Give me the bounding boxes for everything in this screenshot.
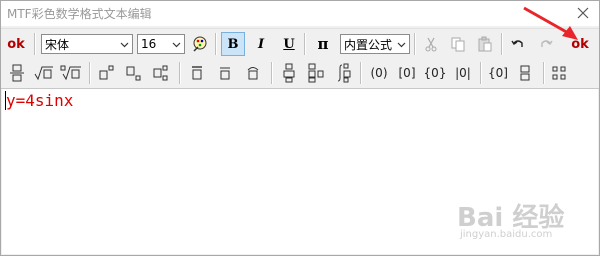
chevron-down-icon: [397, 42, 406, 48]
editor-window: MTF彩色数学格式文本编辑 ok 宋体 16 B I U π 内置公式 ok (…: [0, 0, 600, 256]
separator: [414, 33, 416, 55]
separator: [501, 33, 503, 55]
editor-content[interactable]: y=4sinx: [6, 91, 73, 110]
sqrt-button[interactable]: [32, 61, 56, 85]
separator: [543, 62, 545, 84]
overarc-button[interactable]: [241, 61, 265, 85]
overline-button[interactable]: [213, 61, 237, 85]
underset-button[interactable]: [277, 61, 301, 85]
bold-button[interactable]: B: [221, 32, 245, 56]
title-bar: MTF彩色数学格式文本编辑: [1, 1, 599, 26]
limit-icon: [308, 63, 324, 83]
subscript-icon: [126, 66, 141, 81]
integral-icon: [337, 63, 351, 83]
editor-area[interactable]: y=4sinx Bai 经验 jingyan.baidu.com: [2, 89, 598, 254]
cut-icon: [425, 37, 437, 52]
italic-button[interactable]: I: [249, 32, 273, 56]
paste-button[interactable]: [473, 32, 497, 56]
font-size-value: 16: [141, 37, 157, 51]
copy-button[interactable]: [446, 32, 470, 56]
formula-style-select[interactable]: 内置公式: [340, 34, 410, 54]
separator: [271, 62, 273, 84]
paste-icon: [478, 36, 492, 52]
separator: [179, 62, 181, 84]
font-name-select[interactable]: 宋体: [41, 34, 133, 54]
font-size-select[interactable]: 16: [137, 34, 185, 54]
superscript-icon: [99, 65, 114, 80]
pi-button[interactable]: π: [311, 32, 335, 56]
separator: [360, 62, 362, 84]
formula-style-value: 内置公式: [344, 37, 393, 52]
brace-bracket-button[interactable]: {0]: [485, 61, 511, 85]
limit-button[interactable]: [304, 61, 328, 85]
font-name-value: 宋体: [45, 37, 70, 52]
separator: [304, 33, 306, 55]
separator: [215, 33, 217, 55]
ok-button-left[interactable]: ok: [4, 32, 28, 56]
integral-button[interactable]: [331, 61, 355, 85]
subscript-button[interactable]: [122, 61, 146, 85]
abs-button[interactable]: |0|: [450, 61, 476, 85]
chevron-down-icon: [172, 42, 181, 48]
chevron-down-icon: [120, 42, 129, 48]
paren-button[interactable]: (0): [366, 61, 392, 85]
font-color-button[interactable]: [188, 32, 212, 56]
font-color-icon: [193, 36, 207, 52]
separator: [480, 62, 482, 84]
overline-icon: [220, 67, 230, 80]
sqrt-icon: [34, 66, 53, 81]
overbar-icon: [192, 66, 202, 80]
separator: [89, 62, 91, 84]
superscript-button[interactable]: [95, 61, 119, 85]
stack-icon: [520, 65, 530, 81]
nth-root-icon: [60, 65, 81, 81]
matrix-button[interactable]: [547, 61, 571, 85]
toolbar-structures: (0) [0] {0} |0| {0]: [1, 58, 599, 89]
nth-root-button[interactable]: [59, 61, 83, 85]
overbar-button[interactable]: [185, 61, 209, 85]
fraction-button[interactable]: [5, 61, 29, 85]
sup-sub-button[interactable]: [149, 61, 173, 85]
bracket-button[interactable]: [0]: [394, 61, 420, 85]
toolbar-main: ok 宋体 16 B I U π 内置公式 ok: [1, 28, 599, 59]
underset-icon: [283, 63, 295, 83]
fraction-icon: [10, 64, 24, 82]
cut-button[interactable]: [419, 32, 443, 56]
underline-button[interactable]: U: [277, 32, 301, 56]
overarc-icon: [247, 67, 259, 80]
annotation-arrow: [523, 6, 578, 40]
copy-icon: [451, 37, 465, 52]
window-title: MTF彩色数学格式文本编辑: [7, 7, 152, 21]
stack-button[interactable]: [513, 61, 537, 85]
watermark-url: jingyan.baidu.com: [460, 229, 553, 240]
sup-sub-icon: [153, 65, 168, 81]
brace-button[interactable]: {0}: [422, 61, 448, 85]
separator: [34, 33, 36, 55]
grid-icon: [552, 66, 566, 80]
